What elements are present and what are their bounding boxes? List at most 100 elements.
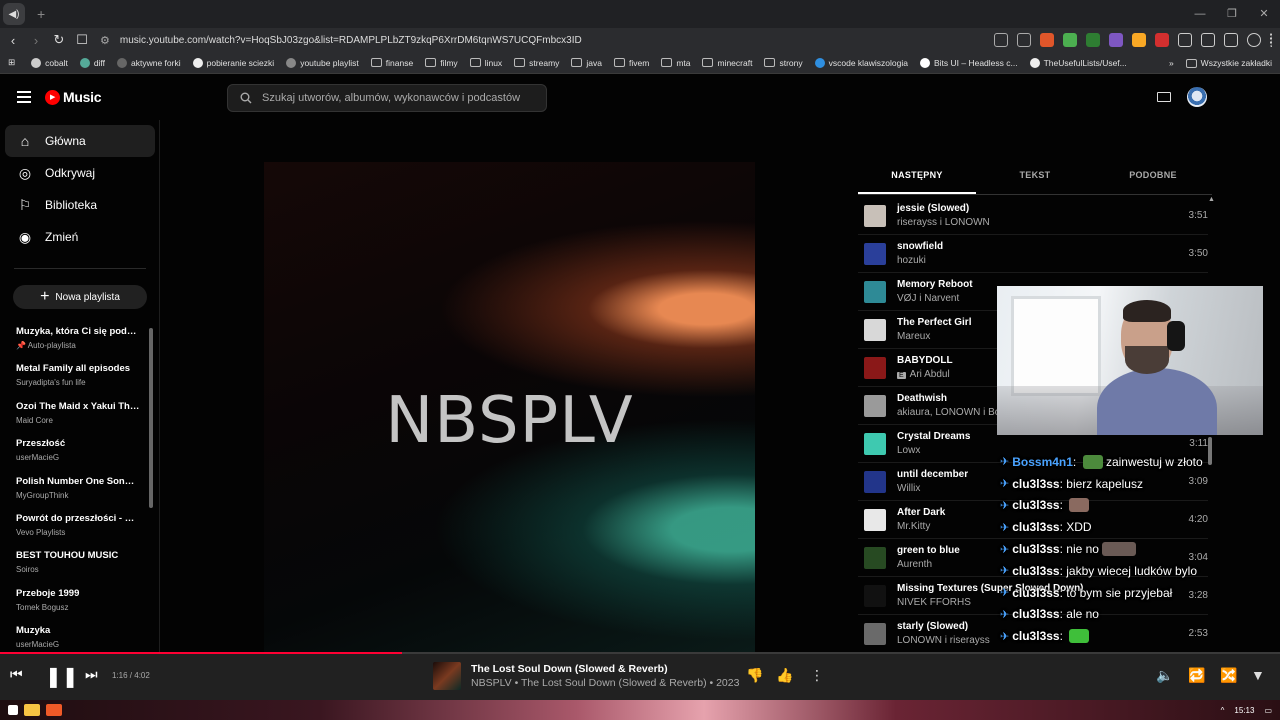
- bookmark-15[interactable]: Bits UI – Headless c...: [919, 57, 1018, 68]
- playlist-item[interactable]: Muzyka, która Ci się podoba 📌 Auto-playli…: [16, 326, 140, 363]
- webcam-window-bg: [1011, 296, 1101, 396]
- file-explorer-icon[interactable]: [24, 704, 40, 716]
- queue-item-title: snowfield: [897, 241, 944, 252]
- dislike-icon[interactable]: 👎: [746, 667, 763, 684]
- back-button[interactable]: ‹: [3, 33, 23, 48]
- now-playing-title[interactable]: The Lost Soul Down (Slowed & Reverb): [471, 663, 668, 675]
- queue-item[interactable]: jessie (Slowed) riserayss i LONOWN 3:51: [858, 197, 1208, 235]
- bookmark-10[interactable]: fivem: [614, 58, 649, 68]
- tab-lyrics[interactable]: TEKST: [976, 170, 1094, 194]
- album-art[interactable]: NBSPLV: [264, 162, 755, 652]
- menu-icon[interactable]: [17, 91, 31, 103]
- extension-green-icon[interactable]: [1086, 33, 1100, 47]
- bookmark-9[interactable]: java: [571, 58, 602, 68]
- now-playing-thumbnail[interactable]: [433, 662, 461, 690]
- reload-button[interactable]: ↻: [49, 32, 69, 48]
- sidebar-scrollbar[interactable]: [149, 328, 153, 508]
- media-icon[interactable]: [1224, 33, 1238, 47]
- queue-item-duration: 3:50: [1188, 248, 1208, 259]
- extension-yellow-icon[interactable]: [1132, 33, 1146, 47]
- playlist-item[interactable]: Przeboje 1999 Tomek Bogusz: [16, 588, 140, 625]
- bookmark-12[interactable]: minecraft: [702, 58, 752, 68]
- windows-start-icon[interactable]: [8, 705, 18, 715]
- share-icon[interactable]: [1017, 33, 1031, 47]
- playlist-item[interactable]: Powrót do przeszłości - Hi... Vevo Playli…: [16, 513, 140, 550]
- new-playlist-button[interactable]: + Nowa playlista: [13, 285, 147, 309]
- more-bookmarks-icon[interactable]: »: [1169, 58, 1174, 68]
- repeat-icon[interactable]: 🔁: [1188, 667, 1205, 684]
- bookmark-4[interactable]: youtube playlist: [286, 57, 359, 68]
- cast-icon[interactable]: [1157, 92, 1171, 102]
- all-bookmarks-button[interactable]: Wszystkie zakładki: [1185, 58, 1272, 68]
- puzzle-icon[interactable]: [1178, 33, 1192, 47]
- sidebar-item-library[interactable]: ⚐ Biblioteka: [5, 189, 155, 221]
- sidebar-item-switch[interactable]: ◉ Zmień: [5, 221, 155, 253]
- bookmark-8[interactable]: streamy: [514, 58, 559, 68]
- youtube-music-logo[interactable]: ▶ Music: [45, 89, 101, 105]
- forward-button[interactable]: ›: [26, 33, 46, 48]
- brave-browser-icon[interactable]: [46, 704, 62, 716]
- bookmark-page-button[interactable]: ☐: [72, 32, 92, 48]
- now-playing-subtitle[interactable]: NBSPLV • The Lost Soul Down (Slowed & Re…: [471, 677, 739, 689]
- sidebar-item-label: Zmień: [45, 230, 79, 244]
- playlist-item[interactable]: BEST TOUHOU MUSIC Soiros: [16, 550, 140, 587]
- address-bar[interactable]: ⚙ music.youtube.com/watch?v=HoqSbJ03zgo&…: [100, 30, 1000, 50]
- volume-icon[interactable]: 🔈: [1156, 667, 1173, 684]
- playlist-item[interactable]: Metal Family all episodes Suryadipta's fu…: [16, 363, 140, 400]
- queue-scrollbar[interactable]: [1208, 437, 1212, 465]
- expand-player-icon[interactable]: ▼: [1251, 667, 1265, 683]
- extension-purple-icon[interactable]: [1109, 33, 1123, 47]
- audio-tab[interactable]: ◀): [3, 3, 25, 25]
- playlist-item[interactable]: Ozoi The Maid x Yakui The... Maid Core: [16, 401, 140, 438]
- globe-icon: [286, 57, 297, 68]
- logo-text: Music: [63, 89, 102, 105]
- minimize-button[interactable]: —: [1184, 0, 1216, 28]
- bookmark-5[interactable]: finanse: [370, 58, 413, 68]
- bookmark-0[interactable]: cobalt: [31, 57, 68, 68]
- bookmark-16[interactable]: TheUsefulLists/Usef...: [1029, 57, 1127, 68]
- close-window-button[interactable]: ✕: [1248, 0, 1280, 28]
- scroll-up-icon[interactable]: ▲: [1208, 196, 1215, 203]
- bookmark-7[interactable]: linux: [469, 58, 502, 68]
- shuffle-icon[interactable]: 🔀: [1220, 667, 1237, 684]
- menu-icon[interactable]: [1270, 33, 1274, 47]
- playlist-item[interactable]: Przeszłość userMacieG: [16, 438, 140, 475]
- bookmark-2[interactable]: aktywne forki: [117, 57, 181, 68]
- notification-icon[interactable]: ▭: [1264, 706, 1272, 715]
- translate-icon[interactable]: [994, 33, 1008, 47]
- bookmark-1[interactable]: diff: [79, 57, 105, 68]
- search-box[interactable]: [227, 84, 547, 112]
- search-input[interactable]: [262, 92, 532, 104]
- bookmark-3[interactable]: pobieranie sciezki: [192, 57, 274, 68]
- sidebar-icon[interactable]: [1201, 33, 1215, 47]
- pause-button[interactable]: ❚❚: [45, 664, 79, 689]
- like-icon[interactable]: 👍: [776, 667, 793, 684]
- bookmark-11[interactable]: mta: [661, 58, 690, 68]
- tray-chevron-icon[interactable]: ^: [1221, 706, 1225, 715]
- tab-up-next[interactable]: NASTĘPNY: [858, 170, 976, 194]
- apps-icon[interactable]: ⊞: [8, 57, 15, 68]
- extension-red-icon[interactable]: [1155, 33, 1169, 47]
- next-button[interactable]: ⏭: [85, 666, 98, 683]
- bookmark-14[interactable]: vscode klawiszologia: [814, 57, 908, 68]
- restore-button[interactable]: ❐: [1216, 0, 1248, 28]
- bookmark-13[interactable]: strony: [764, 58, 803, 68]
- queue-item[interactable]: snowfield hozuki 3:50: [858, 235, 1208, 273]
- playlist-item[interactable]: Polish Number One Songs... MyGroupThink: [16, 476, 140, 513]
- chat-username: clu3l3ss: [1012, 520, 1060, 535]
- tab-related[interactable]: PODOBNE: [1094, 170, 1212, 194]
- more-options-icon[interactable]: ⋮: [810, 667, 824, 684]
- previous-button[interactable]: ⏮: [10, 666, 23, 683]
- compass-icon: ◎: [18, 164, 32, 181]
- sidebar-item-home[interactable]: ⌂ Główna: [5, 125, 155, 157]
- chat-message: ✈ clu3l3ss: XDD: [1000, 520, 1092, 535]
- avatar[interactable]: [1187, 87, 1207, 107]
- site-info-icon[interactable]: ⚙: [100, 34, 110, 47]
- bookmark-6[interactable]: filmy: [425, 58, 458, 68]
- sidebar-item-explore[interactable]: ◎ Odkrywaj: [5, 157, 155, 189]
- new-tab-button[interactable]: +: [37, 6, 45, 22]
- profile-icon[interactable]: [1247, 33, 1261, 47]
- brave-shield-icon[interactable]: [1040, 33, 1054, 47]
- extension-music-icon[interactable]: [1063, 33, 1077, 47]
- folder-icon: [514, 58, 526, 67]
